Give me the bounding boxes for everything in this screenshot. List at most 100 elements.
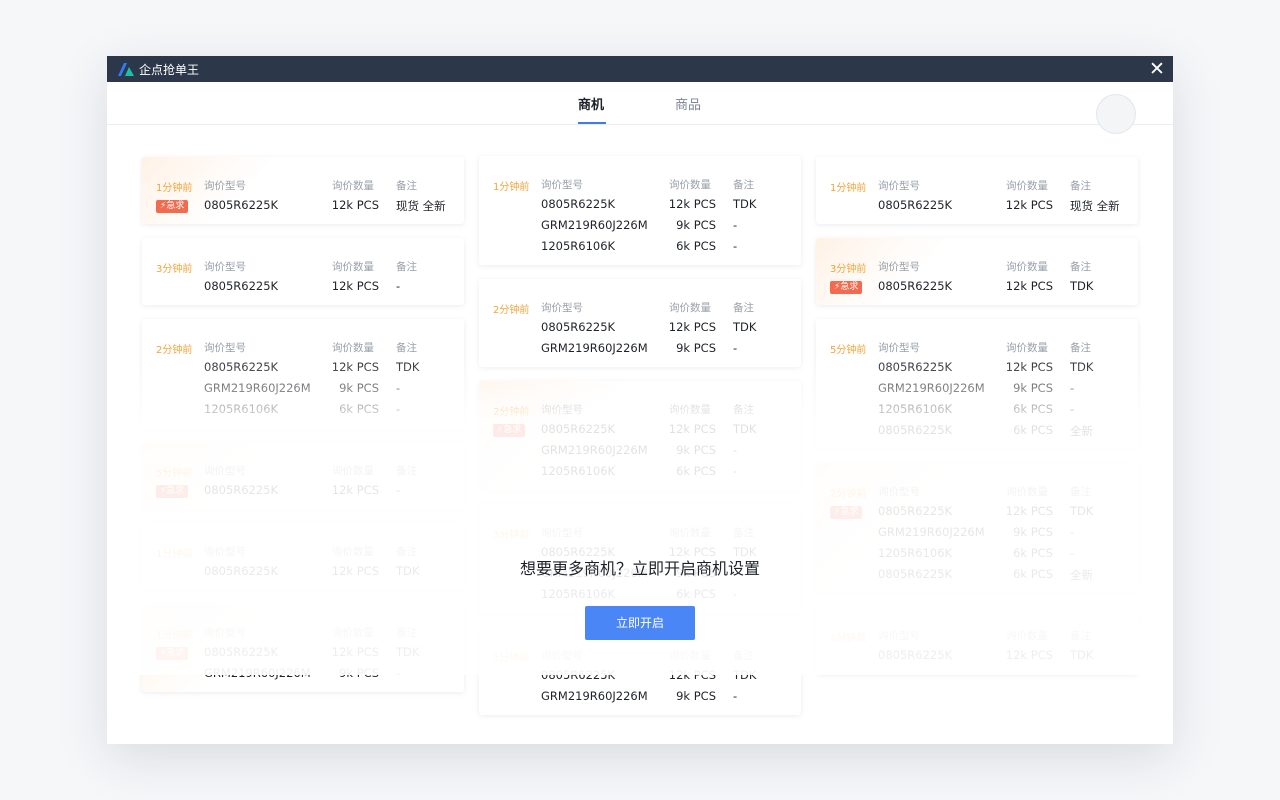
item-model: GRM219R60J226M [204,666,311,680]
opportunity-card[interactable]: 1分钟前 询价型号 询价数量 备注 0805R6225K 12k PCS TDK GRM219… [479,627,801,715]
header-qty: 询价数量 [669,404,711,416]
card-time: 1分钟前 [156,183,193,194]
item-qty: 12k PCS [1005,648,1053,662]
card-time: 2分钟前 [830,489,867,500]
title-bar: 企点抢单王 ✕ [107,56,1173,82]
header-note: 备注 [396,180,417,192]
header-note: 备注 [1070,486,1091,498]
card-time: 2分钟前 [156,345,193,356]
card-time: 1分钟前 [830,183,867,194]
app-title: 企点抢单王 [139,62,200,77]
header-note: 备注 [733,302,754,314]
card-time: 3分钟前 [830,264,867,275]
item-qty: 12k PCS [1005,198,1053,212]
opportunity-card[interactable]: 1分钟前 询价型号 询价数量 备注 0805R6225K 12k PCS 现货 全新 [816,157,1138,224]
opportunity-card[interactable]: 3分钟前 ⚡急求 询价型号 询价数量 备注 0805R6225K 12k PCS TDK [816,238,1138,305]
tab-products[interactable]: 商品 [675,94,701,113]
opportunity-card[interactable]: 1分钟前 询价型号 询价数量 备注 0805R6225K 12k PCS TDK [816,607,1138,674]
item-note: - [1070,525,1075,539]
opportunity-card[interactable]: 1分钟前 询价型号 询价数量 备注 0805R6225K 12k PCS TDK GRM219… [479,156,801,265]
item-model: 0805R6225K [541,197,616,211]
item-model: 0805R6225K [204,483,279,497]
opportunity-card[interactable]: 3分钟前 询价型号 询价数量 备注 0805R6225K 12k PCS - [142,238,464,305]
item-qty: 12k PCS [1005,360,1053,374]
item-qty: 9k PCS [1013,525,1053,539]
item-qty: 9k PCS [676,443,716,457]
item-note: TDK [733,422,757,436]
card-time: 5分钟前 [156,468,193,479]
item-model: 0805R6225K [204,360,279,374]
item-model: 0805R6225K [541,422,616,436]
header-qty: 询价数量 [1006,180,1048,192]
header-model: 询价型号 [878,180,920,192]
item-model: GRM219R60J226M [541,689,648,703]
header-qty: 询价数量 [1006,342,1048,354]
item-model: 0805R6225K [204,645,279,659]
item-note: - [733,689,738,703]
header-qty: 询价数量 [1006,630,1048,642]
item-qty: 9k PCS [1013,381,1053,395]
card-time: 3分钟前 [493,530,530,541]
header-note: 备注 [396,261,417,273]
item-note: TDK [1070,360,1094,374]
opportunity-card[interactable]: 2分钟前 询价型号 询价数量 备注 0805R6225K 12k PCS TDK GRM219… [142,319,464,428]
header-model: 询价型号 [878,486,920,498]
item-model: GRM219R60J226M [204,381,311,395]
opportunity-card[interactable]: 5分钟前 ⚡急求 询价型号 询价数量 备注 0805R6225K 12k PCS - [142,442,464,509]
item-note: - [1070,402,1075,416]
opportunity-card[interactable]: 2分钟前 ⚡急求 询价型号 询价数量 备注 0805R6225K 12k PCS TDK GRM… [479,381,801,490]
header-model: 询价型号 [204,261,246,273]
item-qty: 12k PCS [331,360,379,374]
item-qty: 6k PCS [1013,402,1053,416]
item-model: GRM219R60J226M [541,218,648,232]
item-note: 现货 全新 [1070,199,1120,213]
item-model: 0805R6225K [541,668,616,682]
header-qty: 询价数量 [1006,486,1048,498]
enable-button[interactable]: 立即开启 [585,606,695,640]
card-time: 1分钟前 [493,653,530,664]
item-model: 0805R6225K [878,279,953,293]
item-model: 0805R6225K [541,320,616,334]
header-model: 询价型号 [541,302,583,314]
opportunity-card[interactable]: 1分钟前 ⚡急求 询价型号 询价数量 备注 0805R6225K 12k PCS TDK GRM… [142,604,464,692]
item-qty: 9k PCS [339,666,379,680]
item-model: 0805R6225K [204,279,279,293]
item-note: - [396,402,401,416]
header-note: 备注 [1070,342,1091,354]
item-model: 0805R6225K [878,504,953,518]
item-qty: 6k PCS [339,402,379,416]
header-model: 询价型号 [541,179,583,191]
opportunity-card[interactable]: 2分钟前 询价型号 询价数量 备注 0805R6225K 12k PCS TDK GRM219… [479,279,801,367]
header-qty: 询价数量 [332,180,374,192]
close-icon[interactable]: ✕ [1147,59,1167,79]
item-qty: 12k PCS [1005,279,1053,293]
item-qty: 6k PCS [676,587,716,601]
header-model: 询价型号 [204,342,246,354]
header-qty: 询价数量 [1006,261,1048,273]
item-note: - [396,483,401,497]
brand-logo-icon [118,62,134,76]
tab-business[interactable]: 商机 [578,94,604,113]
header-note: 备注 [733,650,754,662]
item-note: - [396,381,401,395]
header-qty: 询价数量 [332,342,374,354]
item-note: - [733,341,738,355]
item-qty: 9k PCS [676,689,716,703]
urgent-badge: ⚡急求 [830,506,863,519]
tab-bar: 商机 商品 [107,82,1173,125]
header-qty: 询价数量 [332,465,374,477]
header-model: 询价型号 [204,465,246,477]
item-qty: 12k PCS [331,198,379,212]
item-qty: 6k PCS [1013,423,1053,437]
header-model: 询价型号 [878,630,920,642]
item-note: - [1070,381,1075,395]
item-model: 1205R6106K [878,402,953,416]
item-note: - [733,239,738,253]
header-model: 询价型号 [541,404,583,416]
item-model: 0805R6225K [878,198,953,212]
item-qty: 12k PCS [331,483,379,497]
opportunity-card[interactable]: 1分钟前 ⚡急求 询价型号 询价数量 备注 0805R6225K 12k PCS 现货 全新 [142,157,464,224]
item-qty: 9k PCS [339,381,379,395]
card-time: 3分钟前 [156,264,193,275]
opportunity-card[interactable]: 5分钟前 询价型号 询价数量 备注 0805R6225K 12k PCS TDK GRM219… [816,319,1138,449]
